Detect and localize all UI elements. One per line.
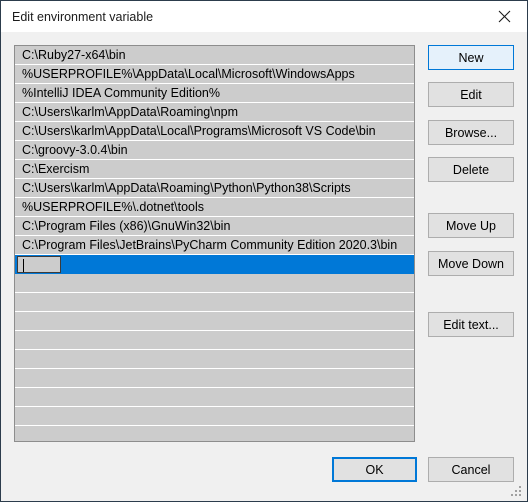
new-button[interactable]: New — [428, 45, 514, 70]
list-item-empty[interactable] — [15, 388, 414, 407]
edit-environment-variable-dialog: Edit environment variable C:\Ruby27-x64\… — [0, 0, 528, 502]
list-item[interactable]: C:\groovy-3.0.4\bin — [15, 141, 414, 160]
list-item[interactable]: C:\Ruby27-x64\bin — [15, 46, 414, 65]
list-item-label: %USERPROFILE%\AppData\Local\Microsoft\Wi… — [22, 67, 355, 81]
list-item-label: C:\groovy-3.0.4\bin — [22, 143, 128, 157]
move-up-button[interactable]: Move Up — [428, 213, 514, 238]
resize-grip[interactable] — [511, 486, 523, 498]
text-caret — [23, 259, 24, 272]
list-item-label: C:\Ruby27-x64\bin — [22, 48, 126, 62]
new-entry-input[interactable] — [17, 256, 61, 273]
page-title: Edit environment variable — [12, 10, 154, 24]
list-item-label: C:\Program Files\JetBrains\PyCharm Commu… — [22, 238, 398, 252]
list-item[interactable]: C:\Program Files\JetBrains\PyCharm Commu… — [15, 236, 414, 255]
edit-button[interactable]: Edit — [428, 82, 514, 107]
title-bar: Edit environment variable — [1, 1, 527, 33]
list-item[interactable]: %USERPROFILE%\AppData\Local\Microsoft\Wi… — [15, 65, 414, 84]
list-item-label: C:\Users\karlm\AppData\Roaming\npm — [22, 105, 239, 119]
list-item-empty[interactable] — [15, 331, 414, 350]
move-down-button[interactable]: Move Down — [428, 251, 514, 276]
list-item-label: C:\Exercism — [22, 162, 90, 176]
list-item-empty[interactable] — [15, 350, 414, 369]
list-item[interactable]: %USERPROFILE%\.dotnet\tools — [15, 198, 414, 217]
list-item-label: %USERPROFILE%\.dotnet\tools — [22, 200, 205, 214]
list-item-empty[interactable] — [15, 369, 414, 388]
list-item-label: %IntelliJ IDEA Community Edition% — [22, 86, 220, 100]
list-item[interactable]: C:\Exercism — [15, 160, 414, 179]
list-item[interactable]: C:\Users\karlm\AppData\Roaming\npm — [15, 103, 414, 122]
list-item[interactable]: %IntelliJ IDEA Community Edition% — [15, 84, 414, 103]
list-item-selected[interactable] — [15, 255, 414, 274]
list-item-label: C:\Users\karlm\AppData\Local\Programs\Mi… — [22, 124, 376, 138]
close-icon[interactable] — [481, 1, 527, 32]
ok-button[interactable]: OK — [332, 457, 417, 482]
list-item-empty[interactable] — [15, 312, 414, 331]
list-item-label: C:\Program Files (x86)\GnuWin32\bin — [22, 219, 231, 233]
dialog-body: C:\Ruby27-x64\bin %USERPROFILE%\AppData\L… — [1, 32, 527, 501]
list-item[interactable]: C:\Program Files (x86)\GnuWin32\bin — [15, 217, 414, 236]
list-item[interactable]: C:\Users\karlm\AppData\Roaming\Python\Py… — [15, 179, 414, 198]
delete-button[interactable]: Delete — [428, 157, 514, 182]
list-item-empty[interactable] — [15, 407, 414, 426]
list-item[interactable]: C:\Users\karlm\AppData\Local\Programs\Mi… — [15, 122, 414, 141]
list-item-label: C:\Users\karlm\AppData\Roaming\Python\Py… — [22, 181, 351, 195]
list-item-empty[interactable] — [15, 274, 414, 293]
edit-text-button[interactable]: Edit text... — [428, 312, 514, 337]
browse-button[interactable]: Browse... — [428, 120, 514, 145]
list-item-empty[interactable] — [15, 293, 414, 312]
path-list[interactable]: C:\Ruby27-x64\bin %USERPROFILE%\AppData\L… — [14, 45, 415, 442]
cancel-button[interactable]: Cancel — [428, 457, 514, 482]
